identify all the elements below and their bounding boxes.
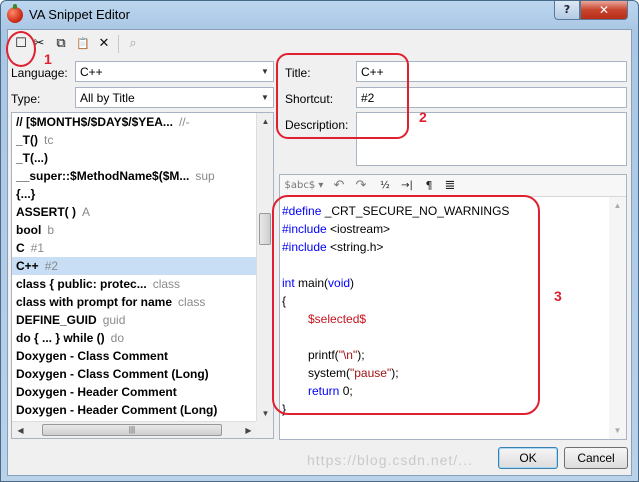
insert-reserved-string-button[interactable]: $abc$ ▾ [284, 178, 324, 194]
snippet-shortcut: class [178, 295, 206, 309]
snippet-list-item[interactable]: C++ #2 [12, 257, 257, 275]
snippet-list-item[interactable]: _T(...) [12, 149, 257, 167]
scroll-down-icon[interactable]: ▼ [257, 405, 273, 422]
snippet-list[interactable]: // [$MONTH$/$DAY$/$YEA... //- _T() tc _T(...… [11, 112, 274, 439]
paste-icon[interactable]: 📋 [74, 35, 92, 53]
snippet-list-item[interactable]: C #1 [12, 239, 257, 257]
annotation-box-2 [276, 53, 409, 139]
list-vertical-scrollbar[interactable]: ▲ ▼ [256, 113, 273, 422]
snippet-list-item[interactable]: bool b [12, 221, 257, 239]
snippet-title: {...} [16, 187, 36, 201]
snippet-list-items: // [$MONTH$/$DAY$/$YEA... //- _T() tc _T(...… [12, 113, 257, 422]
indent-icon[interactable]: →| [398, 178, 416, 194]
app-tomato-icon [7, 4, 23, 23]
copy-icon[interactable]: ⧉ [52, 35, 70, 53]
snippet-title: _T(...) [16, 151, 48, 165]
snippet-title: _T() [16, 133, 38, 147]
snippet-list-item[interactable]: Doxygen - Class Comment (Long) [12, 365, 257, 383]
snippet-title: C [16, 241, 25, 255]
watermark: https://blog.csdn.net/... [307, 452, 473, 468]
title-bar[interactable]: VA Snippet Editor ? ✕ [1, 1, 638, 29]
chevron-down-icon: ▼ [261, 67, 269, 76]
snippet-shortcut: #2 [44, 259, 59, 273]
snippet-list-item[interactable]: {...} [12, 185, 257, 203]
snippet-editor-window: VA Snippet Editor ? ✕ ☐ ✂ ⧉ 📋 ✕ ⌕ Langua… [0, 0, 639, 482]
snippet-shortcut: #1 [30, 241, 45, 255]
snippet-list-item[interactable]: Doxygen - Header Comment [12, 383, 257, 401]
snippet-list-item[interactable]: ASSERT( ) A [12, 203, 257, 221]
pilcrow-icon[interactable]: ¶ [422, 178, 436, 194]
snippet-title: do { ... } while () [16, 331, 105, 345]
undo-icon[interactable]: ↶ [332, 178, 346, 194]
editor-vertical-scrollbar[interactable]: ▲ ▼ [609, 197, 626, 439]
find-icon[interactable]: ⌕ [124, 35, 142, 53]
type-select[interactable]: All by Title ▼ [75, 87, 274, 108]
annotation-number-1: 1 [44, 51, 52, 67]
editor-toolbar: $abc$ ▾ ↶ ↷ ½ →| ¶ ≣ [280, 175, 626, 197]
scroll-left-icon[interactable]: ◀ [12, 422, 29, 438]
snippet-title: Doxygen - Header Comment (Long) [16, 403, 218, 417]
snippet-list-item[interactable]: do { ... } while () do [12, 329, 257, 347]
close-button[interactable]: ✕ [580, 1, 628, 20]
snippet-shortcut: A [82, 205, 91, 219]
window-title: VA Snippet Editor [29, 7, 130, 22]
snippet-title: C++ [16, 259, 39, 273]
type-value: All by Title [80, 91, 135, 105]
snippet-title: // [$MONTH$/$DAY$/$YEA... [16, 115, 173, 129]
language-value: C++ [80, 65, 103, 79]
scroll-up-icon[interactable]: ▲ [609, 197, 626, 214]
ok-button[interactable]: OK [498, 447, 558, 469]
line-numbers-icon[interactable]: ½ [378, 178, 392, 194]
annotation-box-3 [272, 195, 540, 415]
snippet-title: DEFINE_GUID [16, 313, 97, 327]
snippet-title: class with prompt for name [16, 295, 173, 309]
scrollbar-corner [256, 421, 273, 438]
annotation-circle-1 [6, 31, 36, 67]
list-horizontal-scrollbar[interactable]: ◀ ||| ▶ [12, 421, 257, 438]
snippet-shortcut: do [110, 331, 125, 345]
scroll-thumb[interactable]: ||| [42, 424, 222, 436]
snippet-shortcut: sup [195, 169, 215, 183]
snippet-title: class { public: protec... [16, 277, 147, 291]
snippet-list-item[interactable]: class with prompt for name class [12, 293, 257, 311]
scroll-right-icon[interactable]: ▶ [240, 422, 257, 438]
snippet-title: Doxygen - Header Comment [16, 385, 177, 399]
snippet-shortcut: class [152, 277, 181, 291]
delete-icon[interactable]: ✕ [95, 35, 113, 53]
toolbar-separator [118, 35, 119, 53]
cancel-button[interactable]: Cancel [564, 447, 628, 469]
redo-icon[interactable]: ↷ [354, 178, 368, 194]
chevron-down-icon: ▼ [261, 93, 269, 102]
snippet-title: __super::$MethodName$($M... [16, 169, 190, 183]
snippet-list-item[interactable]: __super::$MethodName$($M... sup [12, 167, 257, 185]
snippet-shortcut: b [47, 223, 55, 237]
snippet-list-item[interactable]: DEFINE_GUID guid [12, 311, 257, 329]
snippet-title: Doxygen - Class Comment (Long) [16, 367, 209, 381]
snippet-list-item[interactable]: _T() tc [12, 131, 257, 149]
snippet-shortcut: guid [102, 313, 126, 327]
language-label: Language: [11, 66, 68, 80]
scroll-down-icon[interactable]: ▼ [609, 422, 626, 439]
annotation-number-2: 2 [419, 109, 427, 125]
language-select[interactable]: C++ ▼ [75, 61, 274, 82]
snippet-list-item[interactable]: class { public: protec... class [12, 275, 257, 293]
snippet-title: Doxygen - Class Comment [16, 349, 169, 363]
annotation-number-3: 3 [554, 288, 562, 304]
snippet-list-item[interactable]: Doxygen - Header Comment (Long) [12, 401, 257, 419]
scroll-thumb[interactable] [259, 213, 271, 245]
type-label: Type: [11, 92, 41, 106]
scroll-up-icon[interactable]: ▲ [257, 113, 273, 130]
word-wrap-icon[interactable]: ≣ [442, 178, 458, 194]
snippet-shortcut: //- [178, 115, 190, 129]
snippet-title: bool [16, 223, 42, 237]
snippet-list-item[interactable]: Doxygen - Class Comment [12, 347, 257, 365]
help-button[interactable]: ? [554, 1, 580, 20]
snippet-list-item[interactable]: // [$MONTH$/$DAY$/$YEA... //- [12, 113, 257, 131]
snippet-shortcut: tc [44, 133, 54, 147]
snippet-title: ASSERT( ) [16, 205, 76, 219]
